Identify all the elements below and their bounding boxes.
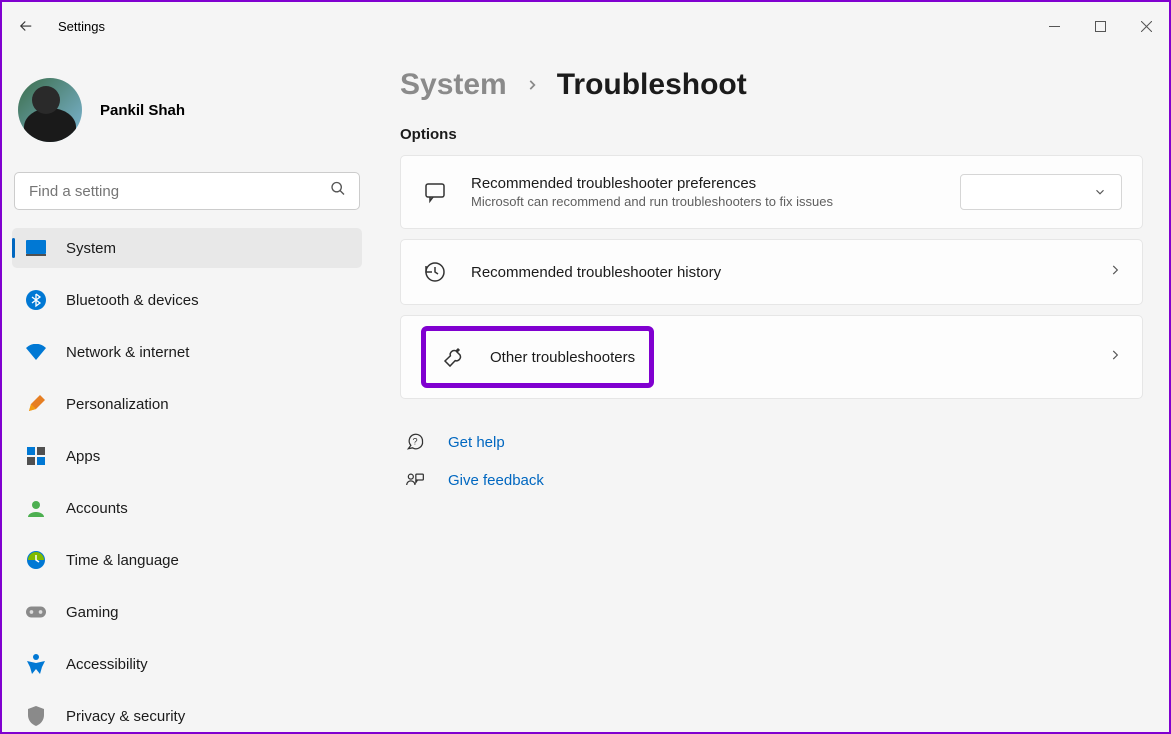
sidebar-item-label: Apps [66, 448, 100, 465]
sidebar-item-label: Accessibility [66, 656, 148, 673]
card-title: Recommended troubleshooter preferences [471, 175, 938, 192]
back-button[interactable] [10, 10, 42, 42]
card-troubleshooter-history[interactable]: Recommended troubleshooter history [400, 239, 1143, 305]
sidebar-item-bluetooth[interactable]: Bluetooth & devices [12, 280, 362, 320]
privacy-icon [26, 706, 46, 726]
breadcrumb-current: Troubleshoot [557, 68, 747, 102]
system-icon [26, 238, 46, 258]
minimize-icon [1049, 21, 1060, 32]
chat-icon [421, 178, 449, 206]
maximize-icon [1095, 21, 1106, 32]
personalization-icon [26, 394, 46, 414]
breadcrumb-parent[interactable]: System [400, 68, 507, 102]
apps-icon [26, 446, 46, 466]
footer-links: ? Get help Give feedback [400, 431, 1143, 491]
sidebar-item-label: System [66, 240, 116, 257]
card-other-troubleshooters[interactable]: Other troubleshooters [400, 315, 1143, 399]
accessibility-icon [26, 654, 46, 674]
sidebar-item-label: Personalization [66, 396, 169, 413]
wrench-icon [440, 343, 468, 371]
bluetooth-icon [26, 290, 46, 310]
profile-name: Pankil Shah [100, 102, 185, 119]
chevron-down-icon [1093, 185, 1107, 199]
sidebar-item-accounts[interactable]: Accounts [12, 488, 362, 528]
search-icon [330, 181, 346, 202]
nav: System Bluetooth & devices Network & int… [12, 228, 362, 732]
give-feedback-row: Give feedback [404, 469, 1143, 491]
sidebar-item-label: Bluetooth & devices [66, 292, 199, 309]
give-feedback-link[interactable]: Give feedback [448, 472, 544, 489]
main-content: System Troubleshoot Options Recommended … [372, 50, 1169, 732]
breadcrumb: System Troubleshoot [400, 68, 1143, 102]
profile-block[interactable]: Pankil Shah [12, 60, 362, 172]
get-help-link[interactable]: Get help [448, 434, 505, 451]
card-title: Recommended troubleshooter history [471, 264, 1086, 281]
sidebar-item-accessibility[interactable]: Accessibility [12, 644, 362, 684]
sidebar-item-network[interactable]: Network & internet [12, 332, 362, 372]
minimize-button[interactable] [1031, 10, 1077, 42]
card-troubleshooter-preferences[interactable]: Recommended troubleshooter preferences M… [400, 155, 1143, 229]
close-button[interactable] [1123, 10, 1169, 42]
history-icon [421, 258, 449, 286]
sidebar-item-label: Gaming [66, 604, 119, 621]
card-subtitle: Microsoft can recommend and run troubles… [471, 194, 938, 209]
accounts-icon [26, 498, 46, 518]
get-help-row: ? Get help [404, 431, 1143, 453]
help-icon: ? [404, 431, 426, 453]
feedback-icon [404, 469, 426, 491]
sidebar-item-apps[interactable]: Apps [12, 436, 362, 476]
maximize-button[interactable] [1077, 10, 1123, 42]
sidebar-item-label: Time & language [66, 552, 179, 569]
network-icon [26, 342, 46, 362]
section-title: Options [400, 126, 1143, 143]
sidebar-item-gaming[interactable]: Gaming [12, 592, 362, 632]
chevron-right-icon [1108, 348, 1122, 367]
sidebar: Pankil Shah System [2, 50, 372, 732]
sidebar-item-time[interactable]: Time & language [12, 540, 362, 580]
titlebar: Settings [2, 2, 1169, 50]
chevron-right-icon [525, 72, 539, 98]
card-title: Other troubleshooters [490, 349, 635, 366]
sidebar-item-system[interactable]: System [12, 228, 362, 268]
app-title: Settings [58, 19, 105, 34]
search-input[interactable] [14, 172, 360, 210]
arrow-left-icon [17, 17, 35, 35]
gaming-icon [26, 602, 46, 622]
sidebar-item-personalization[interactable]: Personalization [12, 384, 362, 424]
highlight-box: Other troubleshooters [421, 326, 654, 388]
sidebar-item-label: Privacy & security [66, 708, 185, 725]
sidebar-item-label: Network & internet [66, 344, 189, 361]
chevron-right-icon [1108, 263, 1122, 282]
svg-text:?: ? [412, 437, 417, 447]
sidebar-item-privacy[interactable]: Privacy & security [12, 696, 362, 732]
close-icon [1141, 21, 1152, 32]
time-icon [26, 550, 46, 570]
search-container [14, 172, 360, 210]
avatar [18, 78, 82, 142]
preferences-dropdown[interactable] [960, 174, 1122, 210]
sidebar-item-label: Accounts [66, 500, 128, 517]
